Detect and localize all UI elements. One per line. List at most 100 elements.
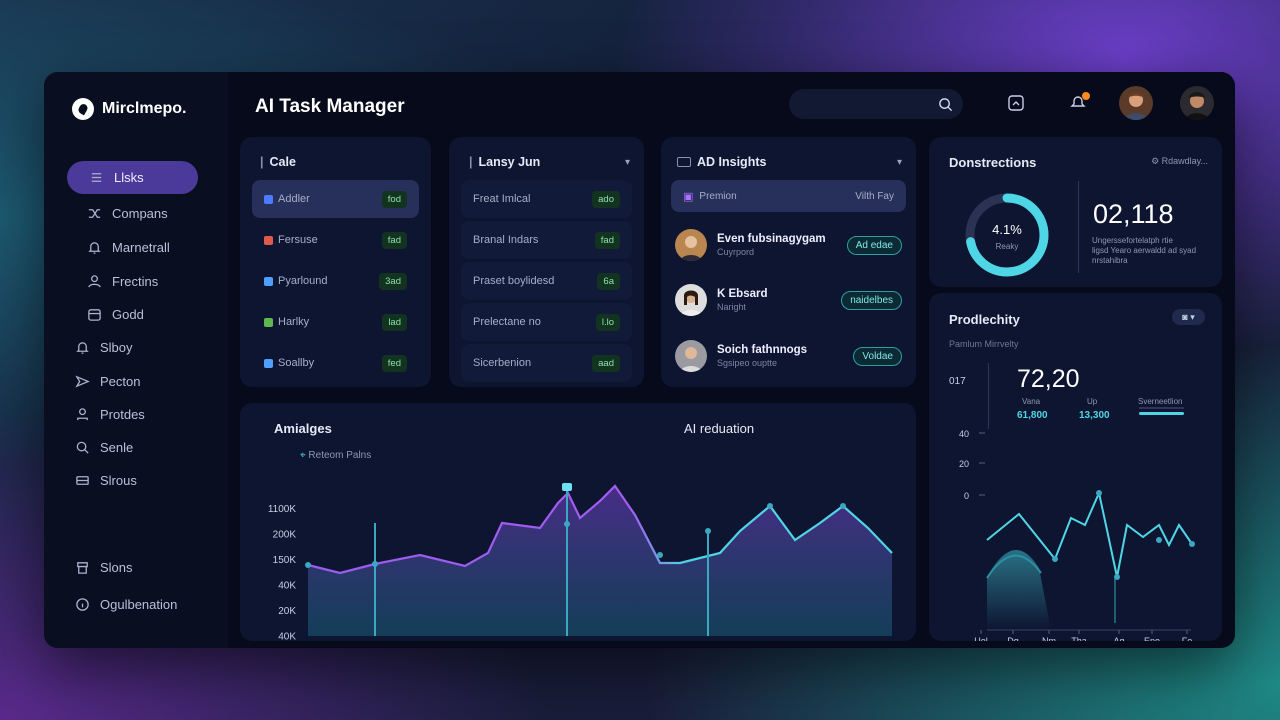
y-tick-label: 20 — [959, 459, 969, 469]
search-icon — [939, 97, 953, 111]
sidebar-item-label: Ogulbenation — [100, 597, 178, 612]
status-badge[interactable]: Ad edae — [846, 235, 902, 255]
x-tick-label: Fo — [1182, 636, 1193, 641]
list-item[interactable]: Harlky lad — [252, 303, 419, 341]
sidebar-item-ogulbenation[interactable]: Ogulbenation — [67, 588, 198, 621]
sidebar-item-compans[interactable]: Compans — [67, 197, 198, 230]
sidebar-item-senle[interactable]: Senle — [67, 431, 198, 464]
divider — [1078, 181, 1079, 273]
avatar — [675, 284, 707, 316]
card-header: | Lansy Jun — [469, 155, 541, 169]
status-badge: lad — [382, 313, 407, 331]
sidebar-item-label: Slboy — [100, 340, 133, 355]
data-point — [840, 503, 846, 509]
corner-value: 017 — [949, 376, 966, 387]
chevron-down-icon[interactable]: ▾ — [897, 157, 902, 168]
y-tick-label: 40K — [278, 581, 296, 592]
x-tick-label: Ag — [1113, 636, 1124, 641]
sidebar-item-label: Godd — [112, 307, 144, 322]
data-point — [657, 552, 663, 558]
status-badge[interactable]: Voldae — [853, 346, 902, 366]
analytics-card: Amialges AI reduation ⌖ Reteom Palns 110… — [240, 403, 916, 641]
card-subtitle: Pamlum Mirrvelty — [949, 339, 1019, 349]
avatar[interactable] — [1180, 86, 1214, 120]
sidebar-item-label: Llsks — [114, 170, 144, 185]
list-item[interactable]: Freat Imlcal ado — [461, 180, 632, 218]
sidebar-item-slboy[interactable]: Slboy — [67, 331, 198, 364]
list-item[interactable]: Soallby fed — [252, 344, 419, 382]
productivity-value: 72,20 — [1017, 365, 1080, 393]
list-item[interactable]: Sicerbenion aad — [461, 344, 632, 382]
sidebar-item-frectins[interactable]: Frectins — [67, 265, 198, 298]
insights-header-row[interactable]: ▣ Premion Vilth Fay — [671, 180, 906, 212]
archive-icon — [77, 562, 88, 574]
y-tick-label: 40K — [278, 632, 296, 642]
card-header: Donstrections — [949, 155, 1037, 170]
area-fill — [987, 550, 1051, 630]
x-tick-label: Dg — [1007, 636, 1019, 641]
data-point — [1096, 490, 1102, 496]
card-header: AD Insights — [677, 155, 766, 169]
y-tick-label: 150K — [273, 555, 297, 566]
insight-row[interactable]: Even fubsinagygam Cuyrpord Ad edae — [675, 227, 902, 263]
square-icon — [264, 194, 273, 204]
divider — [1139, 407, 1184, 409]
gauge-value: 4.1% — [992, 222, 1022, 237]
sidebar-item-label: Compans — [112, 206, 168, 221]
logo[interactable]: Mirclmepo. — [72, 98, 186, 120]
productivity-card: Prodlechity ◙ ▾ Pamlum Mirrvelty 017 72,… — [929, 293, 1222, 641]
marker-point — [562, 483, 572, 491]
sidebar-item-label: Slrous — [100, 473, 137, 488]
y-tick-label: 0 — [964, 491, 969, 501]
sidebar-item-pecton[interactable]: Pecton — [67, 365, 198, 398]
list-item[interactable]: Praset boylidesd 6a — [461, 262, 632, 300]
avatar — [675, 340, 707, 372]
status-badge: fed — [381, 354, 407, 372]
bell-icon — [88, 242, 101, 254]
square-icon — [264, 317, 273, 327]
app-window: Mirclmepo. Llsks Compans Marnetrall Frec… — [44, 72, 1235, 648]
x-tick-label: Uol — [974, 636, 988, 641]
insight-row[interactable]: Soich fathnnogs Sgsipeo ouptte Voldae — [675, 338, 902, 374]
sidebar-item-tasks[interactable]: Llsks — [67, 161, 198, 194]
sidebar-item-slons[interactable]: Slons — [67, 551, 198, 584]
sidebar-item-label: Slons — [100, 560, 133, 575]
list-item[interactable]: Prelectane no l.lo — [461, 303, 632, 341]
table-icon — [677, 157, 691, 167]
y-tick-label: 200K — [273, 530, 297, 541]
status-badge: fad — [594, 231, 620, 249]
data-point — [1189, 541, 1195, 547]
y-tick-label: 1100K — [268, 504, 297, 515]
search-input[interactable] — [789, 89, 963, 119]
gauge: 4.1% Reaky — [965, 193, 1049, 277]
cale-card: | Cale Addler fod Fersuse fad Pyarlound 3ad … — [240, 137, 431, 387]
insight-row[interactable]: K Ebsard Naright naidelbes — [675, 282, 902, 318]
gauge-label: Reaky — [996, 242, 1019, 251]
list-item[interactable]: Pyarlound 3ad — [252, 262, 419, 300]
list-item[interactable]: Fersuse fad — [252, 221, 419, 259]
list-item[interactable]: Addler fod — [252, 180, 419, 218]
distributions-description: Ungerssefortelatph rtie ligsd Yearo aerwa… — [1092, 236, 1197, 265]
chevron-down-icon[interactable]: ▾ — [625, 157, 630, 168]
sidebar-item-slrous[interactable]: Slrous — [67, 464, 198, 497]
filter-dropdown[interactable]: ◙ ▾ — [1172, 309, 1205, 325]
square-icon — [264, 235, 273, 245]
status-badge: 3ad — [379, 272, 407, 290]
data-point — [767, 503, 773, 509]
main-area: AI Task Manager | Cale Addler fod Fersuse f… — [228, 72, 1235, 648]
status-badge[interactable]: naidelbes — [841, 290, 902, 310]
image-icon[interactable] — [1006, 93, 1026, 113]
square-icon — [264, 276, 273, 286]
status-badge: fad — [381, 231, 407, 249]
status-badge: l.lo — [595, 313, 620, 331]
camera-icon: ◙ ▾ — [1182, 312, 1195, 322]
x-tick-label: Tha — [1071, 636, 1087, 641]
filter-dropdown[interactable]: ⚙ Rdawdlay... — [1151, 156, 1208, 167]
avatar[interactable] — [1119, 86, 1153, 120]
sidebar-item-marnetrall[interactable]: Marnetrall — [67, 231, 198, 264]
sidebar-item-godd[interactable]: Godd — [67, 298, 198, 331]
sidebar-item-protdes[interactable]: Protdes — [67, 398, 198, 431]
user-icon — [88, 275, 101, 288]
card-header: Prodlechity — [949, 312, 1020, 327]
list-item[interactable]: Branal Indars fad — [461, 221, 632, 259]
